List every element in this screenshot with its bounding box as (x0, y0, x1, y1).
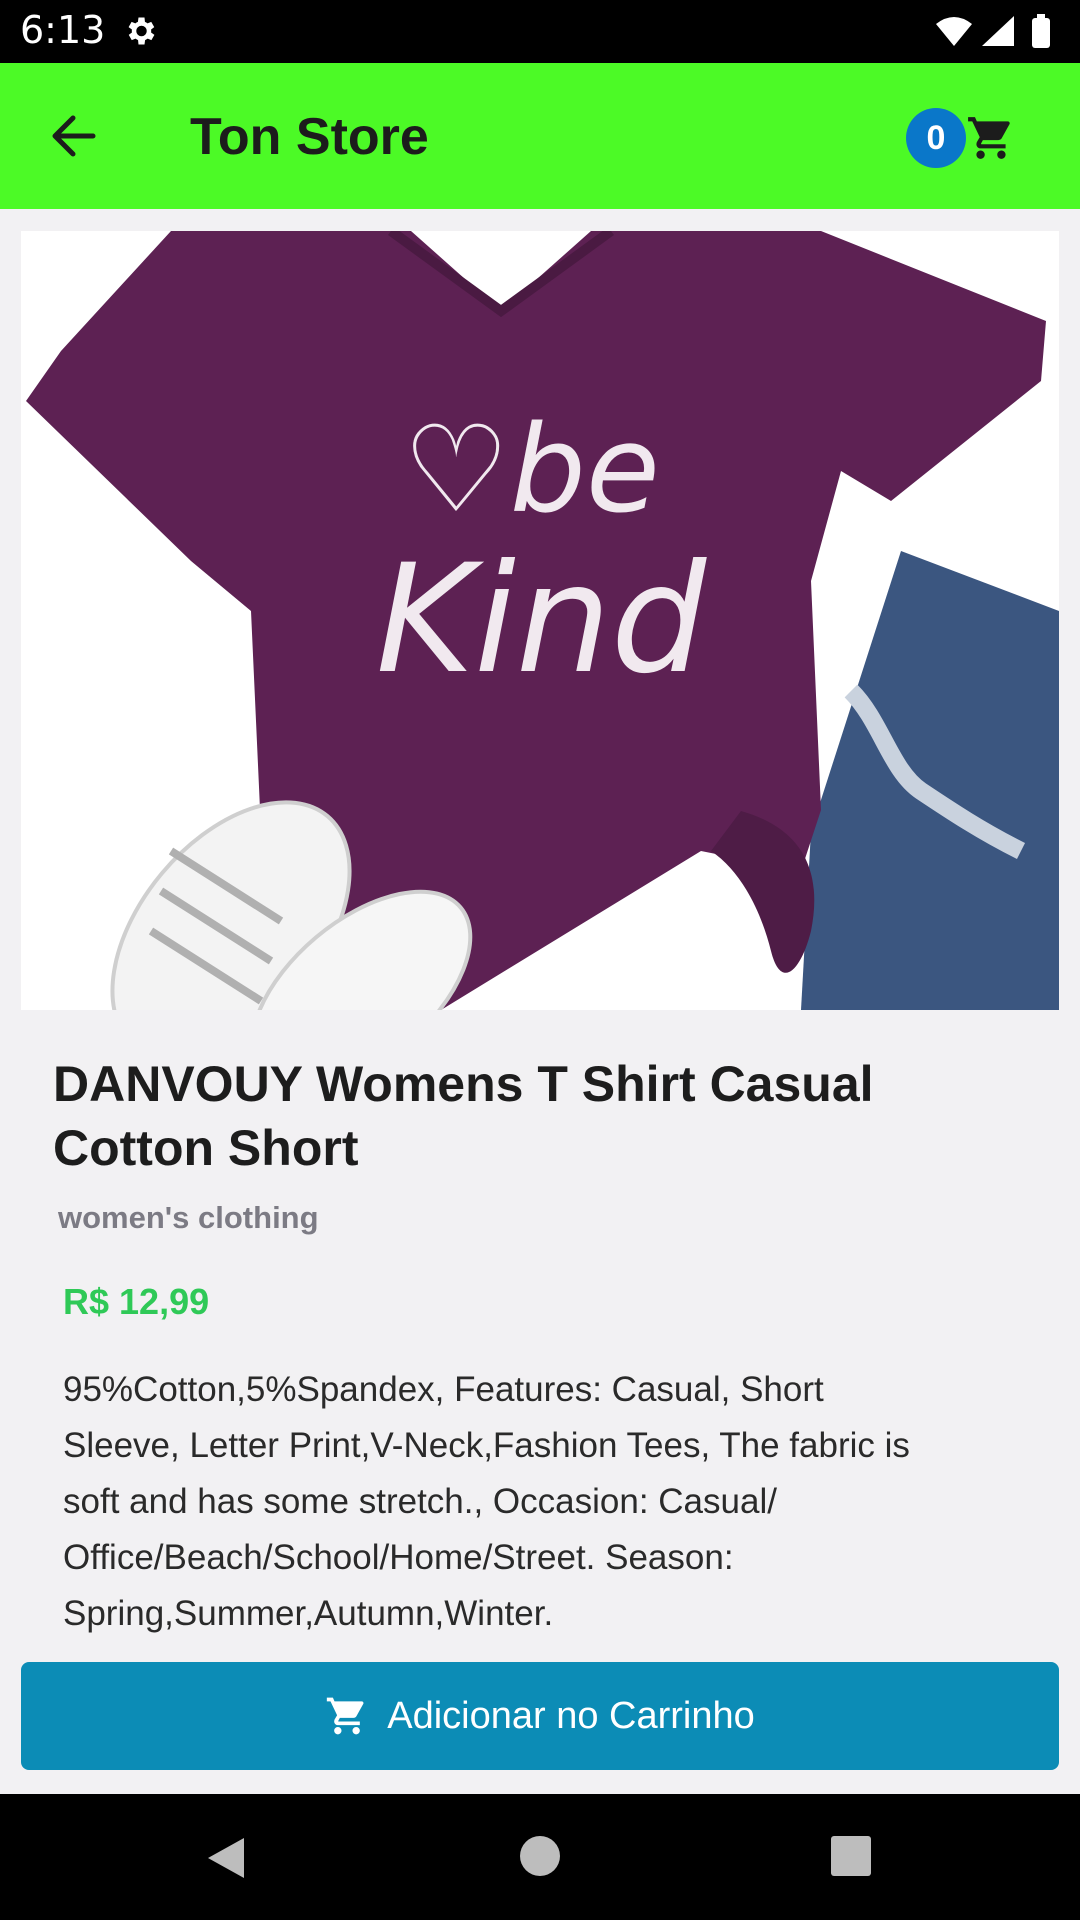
add-to-cart-label: Adicionar no Carrinho (387, 1694, 755, 1737)
wifi-icon (936, 17, 972, 46)
arrow-left-icon (52, 115, 96, 157)
back-button[interactable] (40, 106, 106, 166)
nav-recent-apps-icon[interactable] (831, 1836, 871, 1876)
gear-icon (128, 17, 155, 45)
product-category: women's clothing (58, 1200, 319, 1235)
signal-icon (982, 16, 1014, 46)
shopping-cart-icon[interactable] (966, 113, 1016, 163)
system-nav-bar (0, 1794, 1080, 1920)
product-title: DANVOUY Womens T Shirt Casual Cotton Sho… (53, 1056, 874, 1176)
tshirt-print-text: ♡be (402, 401, 660, 540)
shopping-cart-icon (327, 1697, 364, 1735)
status-icons (936, 14, 1050, 48)
status-bar: 6:13 (0, 0, 1080, 63)
nav-home-icon[interactable] (520, 1836, 560, 1876)
add-to-cart-button[interactable]: Adicionar no Carrinho (21, 1662, 1059, 1770)
battery-icon (1032, 18, 1050, 48)
product-price: R$ 12,99 (63, 1281, 210, 1322)
app-bar: Ton Store 0 (0, 63, 1080, 209)
product-image: ♡be Kind (21, 231, 1059, 1010)
svg-text:Kind: Kind (376, 533, 707, 707)
app-title: Ton Store (190, 108, 429, 166)
nav-back-icon[interactable] (204, 1834, 248, 1882)
status-time: 6:13 (20, 8, 106, 52)
tshirt-illustration: ♡be Kind (21, 231, 1059, 1010)
product-description: 95%Cotton,5%Spandex, Features: Casual, S… (63, 1370, 910, 1633)
cart-count-badge[interactable]: 0 (906, 108, 966, 168)
